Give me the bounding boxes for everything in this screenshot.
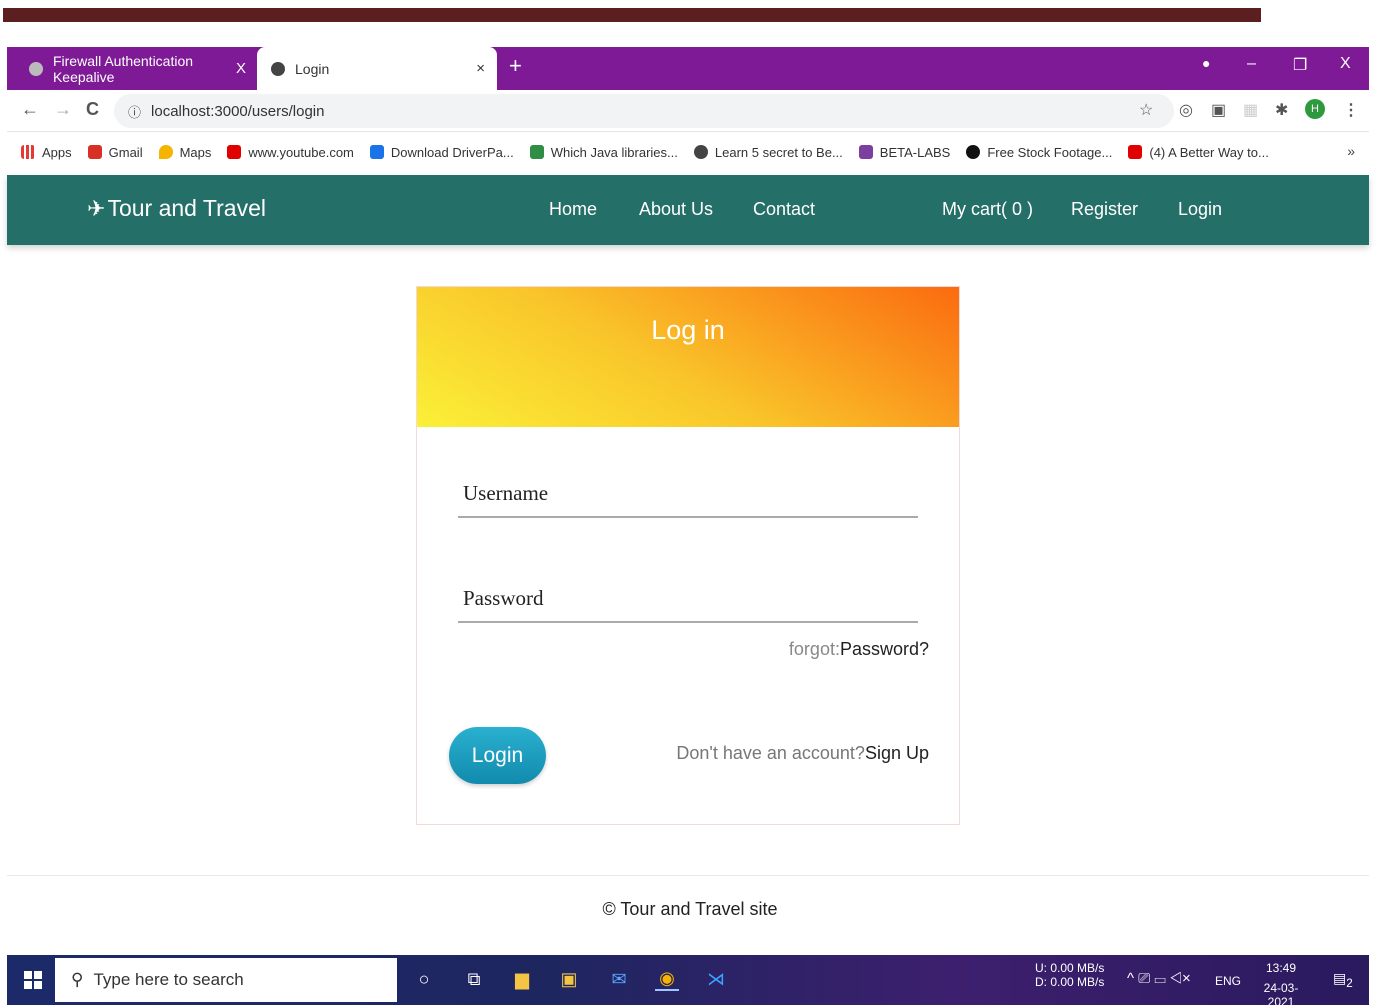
site-navbar: ✈ Tour and Travel Home About Us Contact … xyxy=(7,175,1369,245)
bookmarks-more-icon[interactable]: » xyxy=(1347,143,1355,159)
tab-title: Login xyxy=(295,60,330,77)
task-view-icon[interactable]: ⧉ xyxy=(462,967,486,991)
tray-icons[interactable]: ^ ⎚ ▭ ◁× xyxy=(1127,970,1191,987)
cortana-icon[interactable]: ○ xyxy=(412,967,436,991)
restore-button[interactable]: ❐ xyxy=(1293,55,1307,75)
bookmark-learn[interactable]: Learn 5 secret to Be... xyxy=(693,145,843,160)
nav-register[interactable]: Register xyxy=(1071,199,1138,220)
bookmark-maps[interactable]: Maps xyxy=(158,145,211,160)
profile-dropdown-icon[interactable]: ● xyxy=(1202,55,1210,71)
username-field[interactable]: Username xyxy=(458,470,918,518)
nav-home[interactable]: Home xyxy=(549,199,597,220)
forgot-password-link[interactable]: Password? xyxy=(840,639,929,659)
bookmark-betalabs[interactable]: BETA-LABS xyxy=(858,145,950,160)
tab-close-icon[interactable]: X xyxy=(236,60,246,77)
bookmark-better-way[interactable]: (4) A Better Way to... xyxy=(1128,145,1269,160)
forward-icon[interactable]: → xyxy=(54,99,72,120)
bookmarks-bar: Apps Gmail Maps www.youtube.com Download… xyxy=(7,132,1369,172)
gfg-icon xyxy=(529,145,544,159)
forgot-prefix: forgot: xyxy=(788,639,840,659)
bookmark-stock-footage[interactable]: Free Stock Footage... xyxy=(966,145,1112,160)
bookmark-driverpack[interactable]: Download DriverPa... xyxy=(369,145,514,160)
back-icon[interactable]: ← xyxy=(21,99,39,120)
tab-login[interactable]: Login × xyxy=(257,47,497,90)
globe-icon xyxy=(271,61,285,76)
url-text: localhost:3000/users/login xyxy=(151,102,325,120)
extension-icon[interactable]: ▣ xyxy=(1211,100,1226,120)
search-icon: ⚲ xyxy=(71,970,84,989)
address-bar-row: ← → C ⓘ localhost:3000/users/login ☆ ◎ ▣… xyxy=(7,90,1369,132)
chrome-icon[interactable]: ◉ xyxy=(655,967,679,991)
info-icon[interactable]: ⓘ xyxy=(128,102,141,121)
signup-prefix: Don't have an account? xyxy=(676,743,865,763)
tab-close-icon[interactable]: × xyxy=(476,60,485,77)
youtube-icon xyxy=(1128,145,1143,159)
login-button[interactable]: Login xyxy=(449,727,546,784)
file-explorer-icon[interactable]: ▆ xyxy=(510,967,534,991)
bookmark-gmail[interactable]: Gmail xyxy=(87,145,143,160)
url-bar[interactable]: ⓘ localhost:3000/users/login xyxy=(114,94,1174,128)
taskbar-search-input[interactable]: ⚲ Type here to search xyxy=(55,958,397,1002)
apps-grid-icon xyxy=(21,145,35,159)
reload-icon[interactable]: C xyxy=(86,99,99,120)
login-card-header: Log in xyxy=(417,287,959,427)
password-placeholder: Password xyxy=(463,585,544,610)
tab-firewall[interactable]: Firewall Authentication Keepalive X xyxy=(15,47,258,90)
login-title: Log in xyxy=(651,315,725,345)
gmail-icon xyxy=(87,145,102,159)
username-placeholder: Username xyxy=(463,480,549,505)
avatar[interactable]: H xyxy=(1305,99,1325,119)
betalabs-icon xyxy=(858,145,873,159)
login-card: Log in Username Password forgot:Password… xyxy=(416,286,960,825)
windows-start-icon[interactable] xyxy=(24,971,42,989)
globe-icon xyxy=(29,61,43,76)
footer-divider xyxy=(7,875,1369,876)
airplane-icon: ✈ xyxy=(87,195,106,221)
sf-icon xyxy=(369,145,384,159)
store-icon[interactable]: ▣ xyxy=(557,967,581,991)
nav-about[interactable]: About Us xyxy=(639,199,713,220)
youtube-icon xyxy=(227,145,242,159)
tab-title: Firewall Authentication Keepalive xyxy=(52,52,194,85)
maps-pin-icon xyxy=(158,145,173,159)
star-icon[interactable]: ☆ xyxy=(1139,100,1153,120)
footer-text: © Tour and Travel site xyxy=(602,899,778,919)
close-window-button[interactable]: X xyxy=(1340,55,1351,73)
search-placeholder: Type here to search xyxy=(93,970,244,989)
signup-link[interactable]: Sign Up xyxy=(865,743,929,763)
forgot-password: forgot:Password? xyxy=(789,639,929,660)
nav-login[interactable]: Login xyxy=(1178,199,1222,220)
nav-contact[interactable]: Contact xyxy=(753,199,815,220)
language-indicator[interactable]: ENG xyxy=(1215,974,1241,988)
mail-icon[interactable]: ✉ xyxy=(607,967,631,991)
extension-icon[interactable]: ◎ xyxy=(1179,100,1193,120)
new-tab-button[interactable]: + xyxy=(509,53,522,79)
browser-tab-bar: Firewall Authentication Keepalive X Logi… xyxy=(7,47,1369,90)
globe-icon xyxy=(693,145,708,159)
notification-icon[interactable]: ▤2 xyxy=(1333,971,1353,991)
password-field[interactable]: Password xyxy=(458,575,918,623)
top-decoration-strip xyxy=(3,8,1261,22)
vscode-icon[interactable]: ⋊ xyxy=(704,967,728,991)
network-speed: U: 0.00 MB/s D: 0.00 MB/s xyxy=(1035,961,1105,989)
signup-prompt: Don't have an account?Sign Up xyxy=(676,743,929,764)
clock[interactable]: 13:49 24-03-2021 xyxy=(1251,961,1311,1005)
brand-link[interactable]: ✈ Tour and Travel xyxy=(87,195,266,222)
extension-icon[interactable]: ▦ xyxy=(1243,100,1258,120)
minimize-button[interactable]: – xyxy=(1247,55,1256,73)
windows-taskbar: ⚲ Type here to search ○ ⧉ ▆ ▣ ✉ ◉ ⋊ U: 0… xyxy=(7,955,1369,1005)
menu-icon[interactable]: ⋮ xyxy=(1343,100,1359,120)
bookmark-java[interactable]: Which Java libraries... xyxy=(529,145,678,160)
bookmark-youtube[interactable]: www.youtube.com xyxy=(227,145,354,160)
nav-cart[interactable]: My cart( 0 ) xyxy=(942,199,1033,220)
bookmark-apps[interactable]: Apps xyxy=(21,145,72,160)
footage-icon xyxy=(966,145,981,159)
puzzle-icon[interactable]: ✱ xyxy=(1275,100,1288,120)
brand-name: Tour and Travel xyxy=(107,195,266,221)
